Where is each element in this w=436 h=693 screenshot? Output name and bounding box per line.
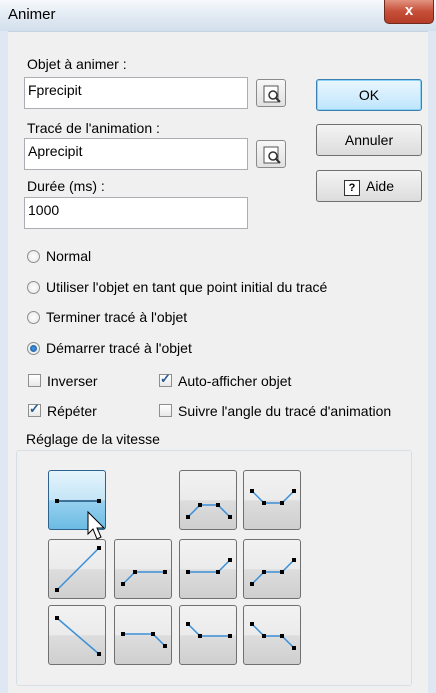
help-button-label: Aide <box>365 178 395 194</box>
browse-object-button[interactable] <box>256 79 286 107</box>
radio-label: Terminer tracé à l'objet <box>46 309 188 325</box>
close-icon: x <box>404 2 414 19</box>
window-frame-right <box>428 31 436 693</box>
speed-ramp-down-flat-icon <box>186 622 232 638</box>
checkbox-label: Répéter <box>47 403 97 419</box>
title-bar: Animer x <box>0 0 436 32</box>
speed-accel-decel-icon <box>186 503 232 519</box>
path-label: Tracé de l'animation : <box>27 120 160 136</box>
speed-flat-ramp-down-icon <box>121 632 167 648</box>
checkbox-indicator <box>28 374 41 387</box>
speed-ramp-flat-ramp-down-icon <box>250 622 296 650</box>
speed-ramp-down-flat-button[interactable] <box>179 605 237 665</box>
duration-input[interactable]: 1000 <box>24 197 248 229</box>
dialog-title: Animer <box>8 6 56 23</box>
animate-dialog: Animer x Objet à animer : Fprecipit Trac… <box>0 0 436 693</box>
speed-decel-accel-icon <box>250 489 296 505</box>
speed-decel-accel-button[interactable] <box>243 470 301 530</box>
browse-icon <box>263 85 281 103</box>
help-button[interactable]: ? Aide <box>316 170 422 202</box>
speed-linear-up-button[interactable] <box>48 539 106 599</box>
window-frame-left <box>0 31 8 693</box>
checkbox-indicator <box>159 404 172 417</box>
radio-indicator <box>27 342 40 355</box>
radio-label: Utiliser l'objet en tant que point initi… <box>46 279 328 295</box>
checkbox-label: Inverser <box>47 373 98 389</box>
path-input[interactable]: Aprecipit <box>24 138 248 170</box>
checkbox-indicator <box>159 371 172 387</box>
duration-label: Durée (ms) : <box>27 178 105 194</box>
radio-indicator <box>27 250 40 263</box>
speed-linear-down-icon <box>55 616 101 656</box>
object-input[interactable]: Fprecipit <box>24 77 248 109</box>
speed-flat-ramp-up-button[interactable] <box>179 539 237 599</box>
mouse-cursor-icon <box>87 510 106 540</box>
close-button[interactable]: x <box>384 0 434 24</box>
radio-indicator <box>27 311 40 324</box>
browse-icon <box>263 146 281 164</box>
radio-label: Normal <box>46 248 92 264</box>
speed-linear-up-icon <box>55 546 101 592</box>
ok-button[interactable]: OK <box>316 79 422 111</box>
speed-ramp-up-flat-icon <box>121 570 167 586</box>
speed-flat-ramp-up-icon <box>186 558 232 574</box>
speed-ramp-flat-ramp-down-button[interactable] <box>243 605 301 665</box>
speed-flat-ramp-down-button[interactable] <box>114 605 172 665</box>
browse-path-button[interactable] <box>256 140 286 168</box>
speed-ramp-flat-ramp-icon <box>250 558 296 586</box>
cancel-button[interactable]: Annuler <box>316 124 422 156</box>
checkbox-label: Auto-afficher objet <box>178 373 292 389</box>
speed-ramp-up-flat-button[interactable] <box>114 539 172 599</box>
radio-indicator <box>27 281 40 294</box>
radio-label: Démarrer tracé à l'objet <box>46 340 192 356</box>
checkbox-label: Suivre l'angle du tracé d'animation <box>178 403 392 419</box>
speed-accel-decel-button[interactable] <box>179 470 237 530</box>
checkbox-indicator <box>28 401 41 417</box>
speed-group-title: Réglage de la vitesse <box>22 431 164 447</box>
speed-linear-down-button[interactable] <box>48 605 106 665</box>
speed-ramp-flat-ramp-button[interactable] <box>243 539 301 599</box>
object-label: Objet à animer : <box>27 56 127 72</box>
help-icon: ? <box>343 180 360 196</box>
